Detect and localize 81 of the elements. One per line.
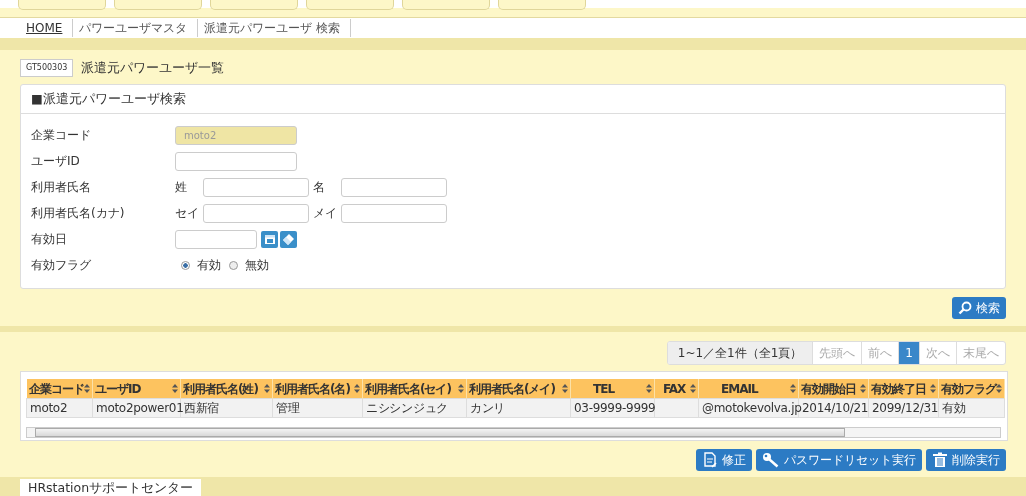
table-cell: @motokevolva.jp: [702, 400, 802, 415]
breadcrumb-link[interactable]: HOME: [24, 19, 74, 37]
column-label: ユーザID: [95, 380, 141, 398]
input-field[interactable]: [341, 203, 447, 223]
column-label: 有効フラグ: [941, 380, 996, 398]
table-cell: 2014/10/21: [802, 400, 869, 415]
table-cell: ニシシンジュク: [366, 400, 448, 415]
sort-icon[interactable]: [646, 382, 652, 395]
column-label: 利用者氏名(姓): [183, 380, 258, 398]
edit-button[interactable]: 修正: [696, 448, 752, 471]
column-label: 有効終了日: [871, 380, 926, 398]
sort-icon[interactable]: [172, 382, 178, 395]
delete-button[interactable]: 削除実行: [926, 448, 1006, 471]
document-icon: [702, 451, 718, 468]
key-icon: [762, 451, 780, 468]
field-label: 企業コード: [31, 127, 92, 145]
calendar-button[interactable]: [261, 230, 278, 248]
field-label: セイ: [175, 205, 200, 223]
field-label: 利用者氏名(カナ): [31, 205, 126, 223]
column-label: FAX: [663, 380, 686, 398]
table-cell: 西新宿: [184, 400, 220, 415]
column-label: 利用者氏名(名): [275, 380, 350, 398]
table-cell: moto2: [30, 400, 68, 415]
eraser-icon: [282, 232, 295, 246]
radio-button[interactable]: [229, 260, 238, 270]
page-link[interactable]: 先頭へ: [812, 342, 862, 365]
radio-button[interactable]: [181, 260, 190, 270]
column-label: TEL: [593, 380, 615, 398]
page-title: 派遣元パワーユーザ一覧: [81, 59, 225, 77]
column-label: 利用者氏名(メイ): [469, 380, 555, 398]
field-label: 有効フラグ: [31, 257, 92, 275]
input-field[interactable]: [175, 151, 297, 171]
table-cell: 2099/12/31: [872, 400, 939, 415]
sort-icon[interactable]: [930, 382, 936, 395]
input-field[interactable]: [203, 177, 309, 197]
field-label: 利用者氏名: [31, 179, 92, 197]
sort-icon[interactable]: [354, 382, 360, 395]
sort-icon[interactable]: [996, 382, 1002, 395]
sort-icon[interactable]: [690, 382, 696, 395]
table-cell: カンリ: [470, 400, 506, 415]
calendar-icon: [263, 233, 276, 246]
table-cell: 有効: [942, 400, 966, 415]
search-icon: [958, 301, 972, 316]
column-label: 企業コード: [28, 380, 84, 398]
sort-icon[interactable]: [84, 382, 90, 395]
search-button[interactable]: 検索: [952, 297, 1006, 320]
support-tab[interactable]: HRstationサポートセンター: [20, 478, 202, 496]
column-label: 利用者氏名(セイ): [365, 380, 451, 398]
screen-id: GT500303: [20, 58, 74, 77]
reset-password-button[interactable]: パスワードリセット実行: [756, 448, 922, 471]
field-label: 名: [313, 179, 326, 197]
sort-icon[interactable]: [790, 382, 796, 395]
column-label: EMAIL: [721, 380, 758, 398]
field-label: メイ: [313, 205, 338, 223]
field-label: 有効日: [31, 231, 68, 249]
page-link[interactable]: 1: [898, 342, 919, 365]
input-field[interactable]: [203, 203, 309, 223]
page-link[interactable]: 次へ: [919, 342, 956, 365]
page-summary: 1~1／全1件（全1頁）: [667, 342, 813, 365]
sort-icon[interactable]: [458, 382, 464, 395]
table-cell: 管理: [276, 400, 300, 415]
sort-icon[interactable]: [860, 382, 866, 395]
trash-icon: [932, 451, 948, 468]
sort-icon[interactable]: [562, 382, 568, 395]
radio-label[interactable]: 有効: [197, 256, 221, 275]
panel-title: ■派遣元パワーユーザ検索: [21, 84, 1005, 115]
table-cell: moto2power01: [96, 400, 184, 415]
readonly-field: moto2: [175, 125, 297, 145]
column-label: 有効開始日: [801, 380, 856, 398]
clear-button[interactable]: [280, 230, 297, 248]
input-field[interactable]: [341, 177, 447, 197]
sort-icon[interactable]: [264, 382, 270, 395]
breadcrumb-item[interactable]: パワーユーザマスタ: [77, 19, 199, 37]
field-label: ユーザID: [31, 153, 81, 171]
table-cell: 03-9999-9999: [574, 400, 656, 415]
radio-label[interactable]: 無効: [245, 256, 269, 275]
breadcrumb-item[interactable]: 派遣元パワーユーザ 検索: [202, 19, 352, 37]
field-label: 姓: [175, 179, 188, 197]
page-link[interactable]: 末尾へ: [956, 342, 1005, 365]
date-field[interactable]: [175, 229, 257, 249]
scrollbar[interactable]: [26, 426, 1001, 438]
